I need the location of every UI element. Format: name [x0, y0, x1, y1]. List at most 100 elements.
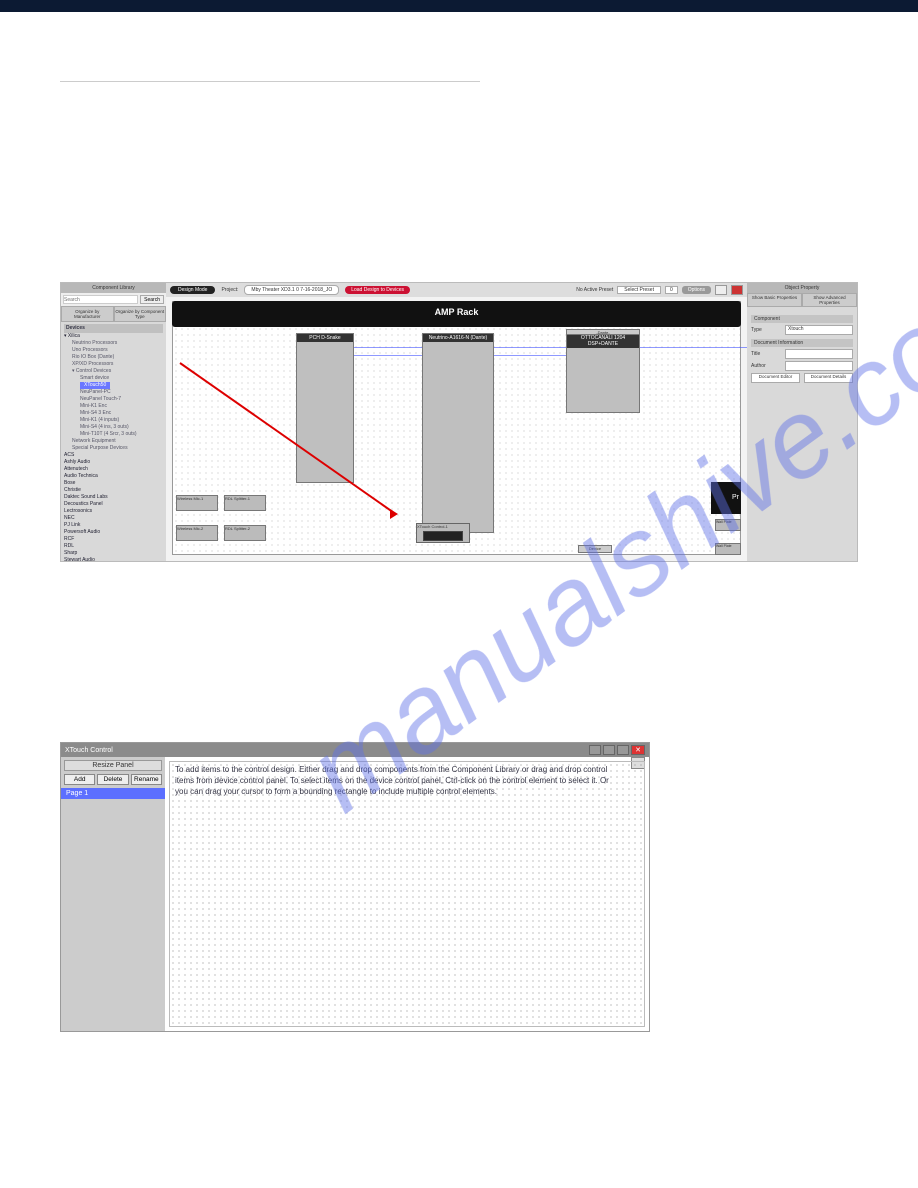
- tree-item[interactable]: Decoustics Panel: [64, 501, 163, 508]
- tree-item[interactable]: Uno Processors: [64, 347, 163, 354]
- close-icon[interactable]: ✕: [631, 745, 645, 755]
- toolbar-icon[interactable]: [731, 285, 743, 295]
- design-grid: [169, 761, 645, 1027]
- design-app-screenshot: Component Library Search Organize by Man…: [60, 282, 858, 562]
- device-node[interactable]: Wireless Mic-2: [176, 525, 218, 541]
- tree-item[interactable]: Daktec Sound Labs: [64, 494, 163, 501]
- xtouch-control-window: XTouch Control ✕ Resize Panel Add Delete…: [60, 742, 650, 1032]
- device-node[interactable]: RDL Splitter-2: [224, 525, 266, 541]
- annotation-arrow-head: [390, 509, 398, 519]
- preset-number[interactable]: 0: [665, 286, 678, 294]
- document-editor-button[interactable]: Document Editor: [751, 373, 800, 383]
- device-node[interactable]: Wall Plate: [715, 543, 741, 555]
- window-title: XTouch Control: [65, 747, 113, 754]
- object-property-panel: Object Property Show Basic Properties Sh…: [747, 283, 857, 561]
- minimize-icon[interactable]: [603, 745, 615, 755]
- device-node[interactable]: Neutrino-A1616-N (Dante): [422, 333, 494, 533]
- project-name[interactable]: Mby Theater XD3.1 0 7-16-2018_JO: [244, 285, 339, 295]
- document-content: Component Library Search Organize by Man…: [0, 12, 918, 1062]
- tree-sub-item[interactable]: Mini-T10T (4 Srcr, 3 outs): [64, 431, 163, 438]
- tree-item[interactable]: Christie: [64, 487, 163, 494]
- tree-item[interactable]: ▾ Control Devices: [64, 368, 163, 375]
- tree-item[interactable]: Attenutech: [64, 466, 163, 473]
- rename-button[interactable]: Rename: [131, 774, 162, 785]
- window-titlebar[interactable]: XTouch Control ✕: [61, 743, 649, 757]
- tree-item[interactable]: Neutrino Processors: [64, 340, 163, 347]
- device-node-title: Neutrino-A1616-N (Dante): [423, 334, 493, 342]
- page-header-bar: [0, 0, 918, 12]
- tree-item[interactable]: Network Equipment: [64, 438, 163, 445]
- tree-item[interactable]: RDL: [64, 543, 163, 550]
- tab-by-type[interactable]: Organize by Component Type: [114, 306, 167, 322]
- window-icon[interactable]: [589, 745, 601, 755]
- document-info-section: Document Information: [751, 339, 853, 347]
- tree-item[interactable]: Bose: [64, 480, 163, 487]
- tree-sub-item-selected[interactable]: XTouch50: [64, 382, 163, 389]
- device-node[interactable]: Wireless Mic-1: [176, 495, 218, 511]
- project-label: Project:: [221, 287, 238, 293]
- mode-pill[interactable]: Design Mode: [170, 286, 215, 294]
- tab-by-manufacturer[interactable]: Organize by Manufacturer: [61, 306, 114, 322]
- device-node[interactable]: OTTOCANALI 1204 DSP+DANTE: [566, 333, 640, 413]
- object-property-title: Object Property: [747, 283, 857, 293]
- device-node[interactable]: RDL Splitter-1: [224, 495, 266, 511]
- tree-sub-item[interactable]: NeuPanel-PC: [64, 389, 163, 396]
- tree-item[interactable]: ACS: [64, 452, 163, 459]
- tree-item[interactable]: Special Purpose Devices: [64, 445, 163, 452]
- title-label: Title: [751, 351, 781, 357]
- select-preset-dropdown[interactable]: Select Preset: [617, 286, 661, 294]
- component-library-title: Component Library: [61, 283, 166, 293]
- tree-item[interactable]: Stewart Audio: [64, 557, 163, 561]
- toolbar-icon[interactable]: [715, 285, 727, 295]
- tree-sub-item[interactable]: Mini-S4 (4 ins, 3 outs): [64, 424, 163, 431]
- device-node[interactable]: PCH D-Snake: [296, 333, 354, 483]
- tree-item[interactable]: Audio Technica: [64, 473, 163, 480]
- tab-advanced-properties[interactable]: Show Advanced Properties: [802, 293, 857, 307]
- tree-item[interactable]: RCF: [64, 536, 163, 543]
- library-tabs[interactable]: Organize by Manufacturer Organize by Com…: [61, 306, 166, 322]
- tree-item[interactable]: Lectrosonics: [64, 508, 163, 515]
- device-node[interactable]: Wall Plate: [715, 519, 741, 531]
- tree-sub-item[interactable]: Mini-S4 3 Enc: [64, 410, 163, 417]
- help-text: To add items to the control design. Eith…: [175, 765, 619, 797]
- title-field[interactable]: [785, 349, 853, 359]
- tree-item[interactable]: Rio IO Box (Dante): [64, 354, 163, 361]
- search-button[interactable]: Search: [140, 295, 164, 304]
- xtouch-node[interactable]: XTouch Control-1: [416, 523, 470, 543]
- dante-tab[interactable]: -Dante-: [566, 329, 640, 335]
- rack-label: AMP Rack: [172, 301, 741, 327]
- tree-item[interactable]: XP/XD Processors: [64, 361, 163, 368]
- canvas[interactable]: AMP Rack PCH D-Snake Neutrino-A1616-N (D…: [166, 297, 747, 561]
- tree-item[interactable]: PJ Link: [64, 522, 163, 529]
- tree-item[interactable]: NEC: [64, 515, 163, 522]
- tree-sub-item[interactable]: Mini-K1 (4 inputs): [64, 417, 163, 424]
- tree-devices[interactable]: Devices: [64, 324, 163, 333]
- right-panel-peek: Pr: [711, 482, 741, 514]
- add-button[interactable]: Add: [64, 774, 95, 785]
- tab-basic-properties[interactable]: Show Basic Properties: [747, 293, 802, 307]
- component-tree[interactable]: Devices ▾ Xilica Neutrino Processors Uno…: [61, 322, 166, 561]
- delete-button[interactable]: Delete: [97, 774, 128, 785]
- tree-xilica[interactable]: ▾ Xilica: [64, 333, 163, 340]
- type-field[interactable]: Xtouch: [785, 325, 853, 335]
- load-design-button[interactable]: Load Design to Devices: [345, 286, 410, 294]
- options-button[interactable]: Options: [682, 286, 711, 294]
- xtouch-side-panel: Resize Panel Add Delete Rename Page 1: [61, 757, 165, 1031]
- tree-sub-item[interactable]: Smart device: [64, 375, 163, 382]
- device-tab[interactable]: Device: [578, 545, 612, 553]
- tree-item[interactable]: Sharp: [64, 550, 163, 557]
- document-details-button[interactable]: Document Details: [804, 373, 853, 383]
- page-tab[interactable]: Page 1: [61, 788, 165, 799]
- section-divider: [60, 72, 480, 82]
- tree-sub-item[interactable]: Mini-K1 Enc: [64, 403, 163, 410]
- tree-sub-item[interactable]: NeuPanel Touch-7: [64, 396, 163, 403]
- xtouch-design-area[interactable]: To add items to the control design. Eith…: [165, 757, 649, 1031]
- tree-item[interactable]: Ashly Audio: [64, 459, 163, 466]
- design-toolbar: Design Mode Project: Mby Theater XD3.1 0…: [166, 283, 747, 297]
- resize-panel-button[interactable]: Resize Panel: [64, 760, 162, 771]
- tree-item[interactable]: Powersoft Audio: [64, 529, 163, 536]
- device-node-title: PCH D-Snake: [297, 334, 353, 342]
- maximize-icon[interactable]: [617, 745, 629, 755]
- search-input[interactable]: [63, 295, 138, 304]
- author-field[interactable]: [785, 361, 853, 371]
